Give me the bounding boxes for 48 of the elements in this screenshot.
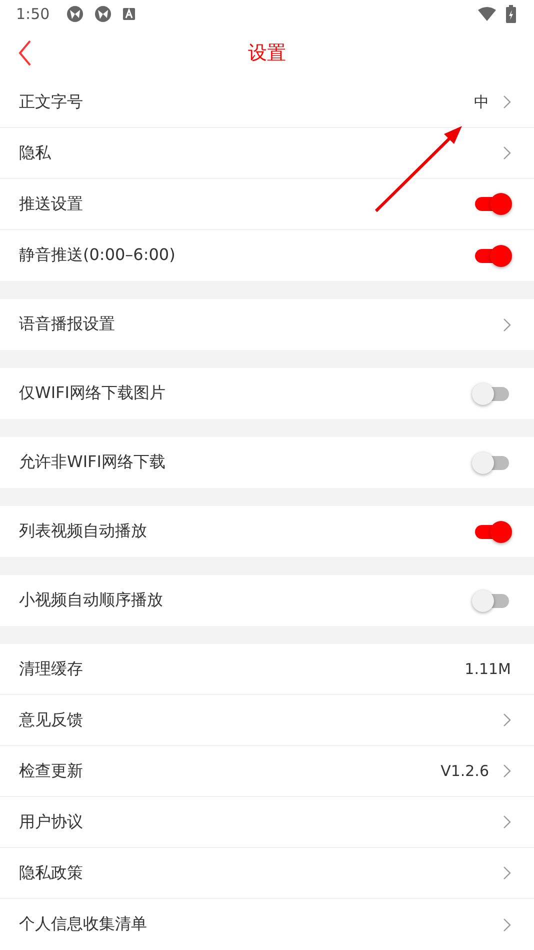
setting-label: 清理缓存: [19, 658, 83, 680]
settings-row[interactable]: 静音推送(0:00–6:00): [0, 230, 534, 281]
settings-row[interactable]: 隐私政策: [0, 848, 534, 899]
setting-label: 仅WIFI网络下载图片: [19, 383, 166, 404]
chevron-icon: [503, 764, 511, 778]
page-title: 设置: [248, 40, 286, 66]
chevron-icon: [503, 918, 511, 932]
settings-row[interactable]: 意见反馈: [0, 695, 534, 746]
notification-icon: [66, 5, 84, 23]
setting-label: 语音播报设置: [19, 314, 115, 335]
settings-row[interactable]: 列表视频自动播放: [0, 506, 534, 557]
settings-row[interactable]: 语音播报设置: [0, 299, 534, 350]
settings-row[interactable]: 清理缓存 1.11M: [0, 644, 534, 695]
setting-label: 小视频自动顺序播放: [19, 590, 163, 611]
setting-value: 1.11M: [464, 660, 511, 678]
setting-label: 正文字号: [19, 92, 83, 112]
back-icon[interactable]: [18, 40, 32, 66]
status-time: 1:50: [16, 5, 50, 23]
settings-row[interactable]: 个人信息收集清单: [0, 899, 534, 950]
settings-row[interactable]: 小视频自动顺序播放: [0, 575, 534, 626]
settings-row[interactable]: 用户协议: [0, 797, 534, 848]
settings-row[interactable]: 检查更新 V1.2.6: [0, 746, 534, 797]
setting-label: 列表视频自动播放: [19, 521, 147, 542]
settings-row[interactable]: 仅WIFI网络下载图片: [0, 368, 534, 419]
chevron-icon: [503, 866, 511, 880]
setting-value: 中: [474, 92, 489, 112]
chevron-icon: [503, 318, 511, 332]
setting-label: 推送设置: [19, 194, 83, 214]
chevron-icon: [503, 95, 511, 109]
wifi-icon: [478, 7, 496, 21]
chevron-icon: [503, 146, 511, 160]
setting-label: 个人信息收集清单: [19, 914, 147, 935]
setting-label: 用户协议: [19, 812, 83, 832]
setting-value: V1.2.6: [440, 762, 489, 780]
notification-icon: [94, 5, 112, 23]
chevron-icon: [503, 815, 511, 829]
settings-row[interactable]: 正文字号 中: [0, 77, 534, 128]
setting-label: 检查更新: [19, 760, 83, 782]
battery-icon: [506, 5, 516, 23]
settings-row[interactable]: 推送设置: [0, 179, 534, 230]
setting-label: 静音推送(0:00–6:00): [19, 245, 176, 266]
setting-label: 隐私政策: [19, 862, 83, 884]
setting-label: 允许非WIFI网络下载: [19, 452, 166, 473]
chevron-icon: [503, 713, 511, 727]
setting-label: 意见反馈: [19, 710, 83, 730]
keyboard-icon: [122, 7, 136, 21]
settings-row[interactable]: 允许非WIFI网络下载: [0, 437, 534, 488]
setting-label: 隐私: [19, 142, 51, 164]
